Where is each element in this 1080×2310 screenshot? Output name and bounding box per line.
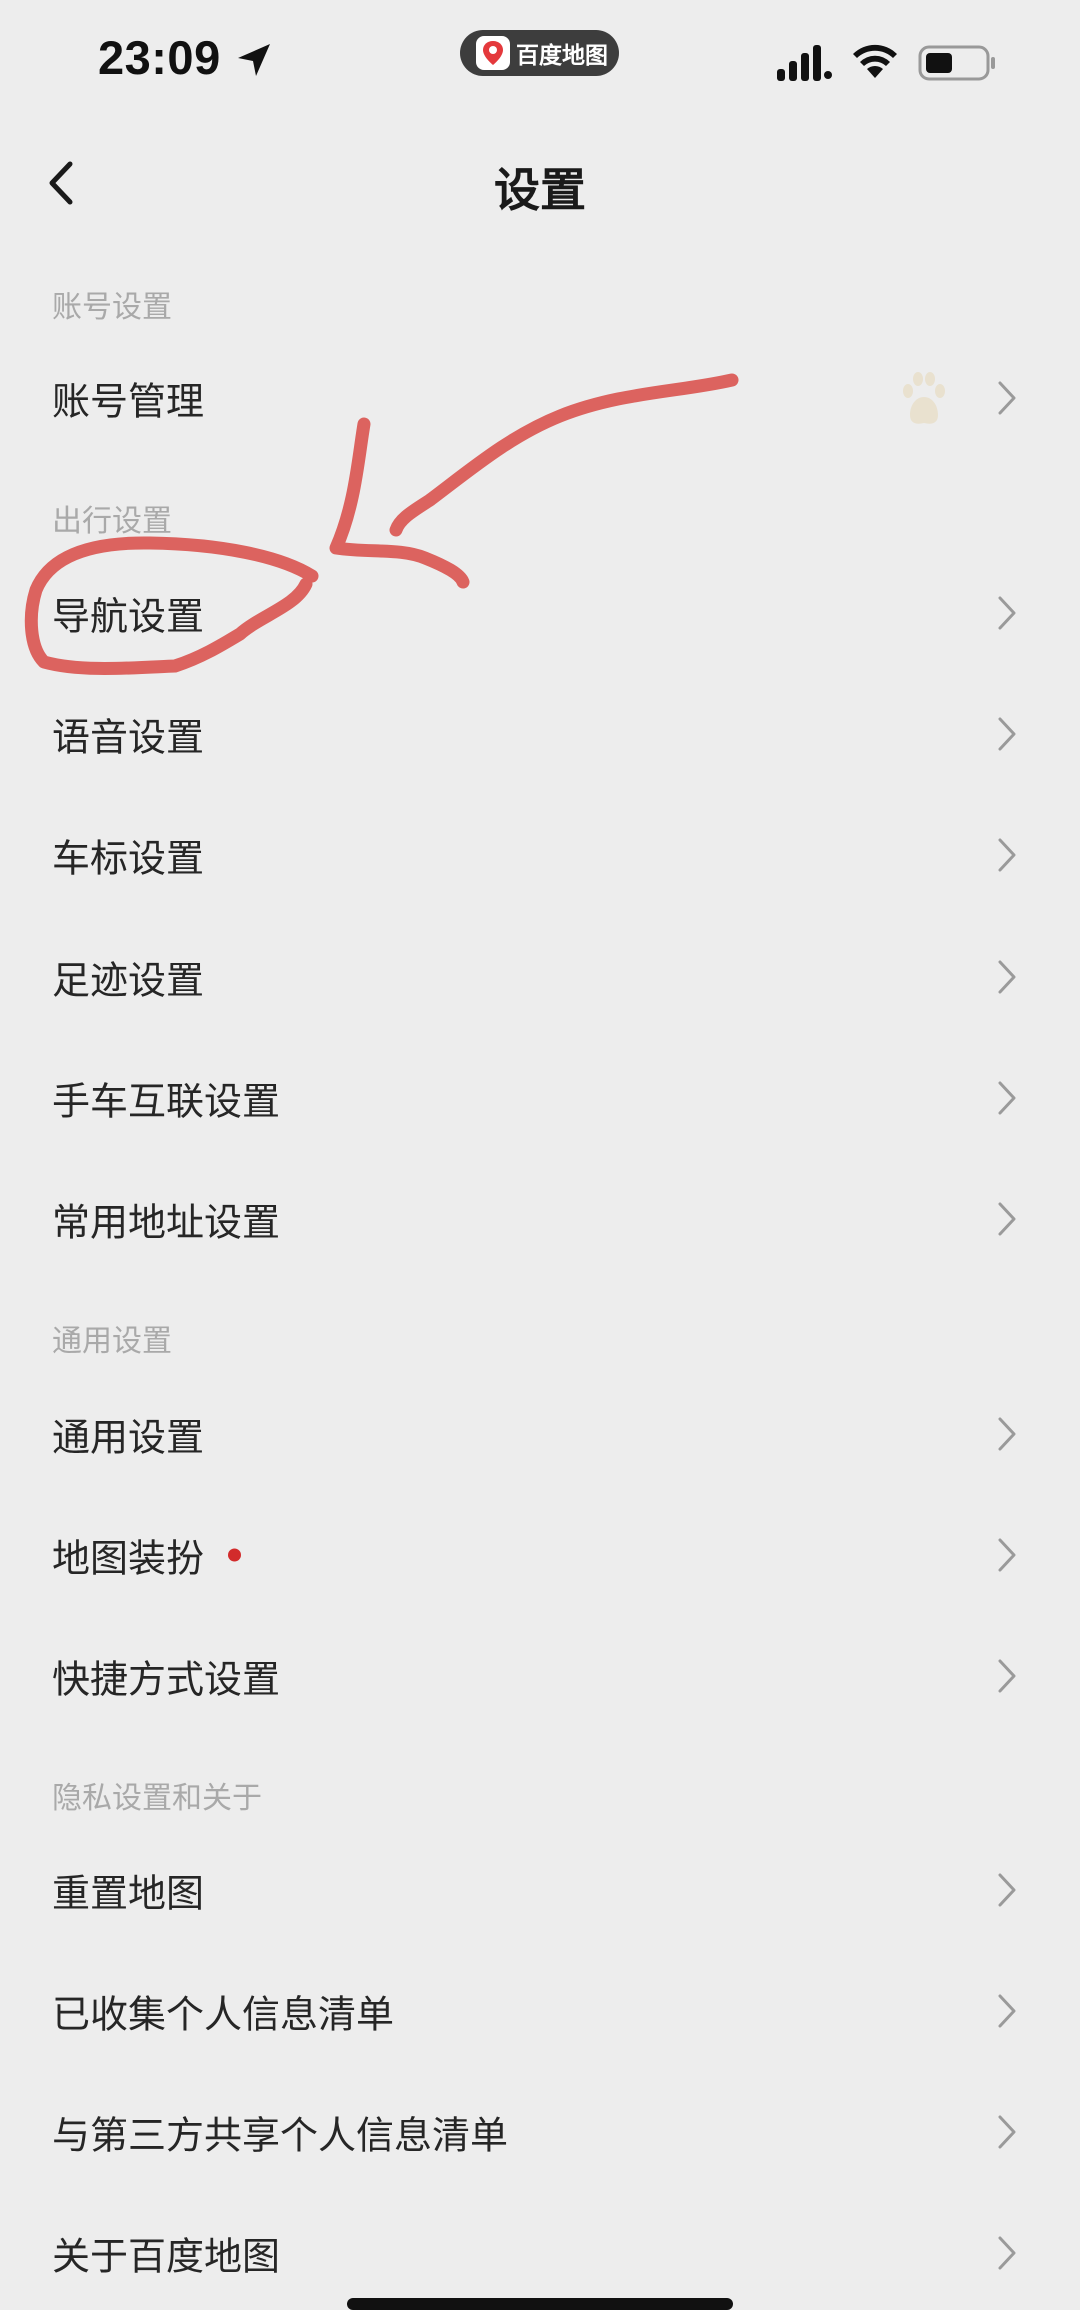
status-time: 23:09 xyxy=(98,31,221,84)
section-header-privacy: 隐私设置和关于 xyxy=(52,1781,262,1816)
settings-item-label: 语音设置 xyxy=(52,715,205,760)
settings-item-label: 快捷方式设置 xyxy=(52,1657,281,1702)
chevron-right-icon xyxy=(998,717,1016,751)
settings-item-label: 已收集个人信息清单 xyxy=(52,1992,395,2037)
new-badge-dot xyxy=(228,1548,241,1562)
settings-item-phone-car-link[interactable]: 手车互联设置 xyxy=(0,1043,1080,1153)
settings-item-label: 重置地图 xyxy=(52,1871,205,1916)
status-bar: 23:09 百度地图 xyxy=(0,0,1080,120)
settings-item-shortcuts[interactable]: 快捷方式设置 xyxy=(0,1621,1080,1731)
location-arrow-icon xyxy=(238,44,270,76)
chevron-right-icon xyxy=(998,2115,1016,2149)
settings-item-label: 与第三方共享个人信息清单 xyxy=(52,2113,509,2158)
settings-item-frequent-addresses[interactable]: 常用地址设置 xyxy=(0,1164,1080,1274)
chevron-right-icon xyxy=(998,838,1016,872)
app-return-pill[interactable]: 百度地图 xyxy=(460,30,619,76)
chevron-right-icon xyxy=(998,1417,1016,1451)
chevron-right-icon xyxy=(998,1873,1016,1907)
settings-item-label: 车标设置 xyxy=(52,836,205,881)
chevron-right-icon xyxy=(998,1081,1016,1115)
settings-item-label: 关于百度地图 xyxy=(52,2234,281,2279)
chevron-right-icon xyxy=(998,381,1016,415)
app-pill-label: 百度地图 xyxy=(516,43,608,69)
baidu-paw-icon xyxy=(903,372,945,424)
settings-item-label: 通用设置 xyxy=(52,1415,205,1460)
baidu-map-logo-icon xyxy=(476,36,510,70)
settings-item-general[interactable]: 通用设置 xyxy=(0,1379,1080,1489)
chevron-right-icon xyxy=(998,2236,1016,2270)
settings-item-map-decoration[interactable]: 地图装扮 xyxy=(0,1500,1080,1610)
settings-item-collected-info-list[interactable]: 已收集个人信息清单 xyxy=(0,1956,1080,2066)
chevron-right-icon xyxy=(998,1538,1016,1572)
chevron-right-icon xyxy=(998,960,1016,994)
chevron-right-icon xyxy=(998,1659,1016,1693)
settings-item-third-party-sharing-list[interactable]: 与第三方共享个人信息清单 xyxy=(0,2077,1080,2187)
settings-item-label: 手车互联设置 xyxy=(52,1079,281,1124)
section-header-travel: 出行设置 xyxy=(52,504,172,539)
settings-item-voice[interactable]: 语音设置 xyxy=(0,679,1080,789)
settings-item-footprint[interactable]: 足迹设置 xyxy=(0,922,1080,1032)
chevron-right-icon xyxy=(998,1994,1016,2028)
battery-icon xyxy=(918,45,995,81)
settings-item-car-icon[interactable]: 车标设置 xyxy=(0,800,1080,910)
settings-item-label: 地图装扮 xyxy=(52,1536,205,1581)
cellular-signal-icon xyxy=(777,45,832,81)
settings-item-label: 常用地址设置 xyxy=(52,1200,281,1245)
chevron-right-icon xyxy=(998,1202,1016,1236)
section-header-account: 账号设置 xyxy=(52,290,172,325)
settings-item-label: 足迹设置 xyxy=(52,958,205,1003)
page-title: 设置 xyxy=(494,163,586,217)
settings-item-label: 导航设置 xyxy=(52,594,205,639)
chevron-right-icon xyxy=(998,596,1016,630)
home-indicator[interactable] xyxy=(347,2298,733,2310)
navigation-bar: 设置 xyxy=(0,130,1080,235)
settings-item-about[interactable]: 关于百度地图 xyxy=(0,2198,1080,2308)
settings-item-label: 账号管理 xyxy=(52,379,205,424)
settings-item-reset-map[interactable]: 重置地图 xyxy=(0,1835,1080,1945)
settings-item-navigation[interactable]: 导航设置 xyxy=(0,558,1080,668)
settings-item-account-management[interactable]: 账号管理 xyxy=(0,343,1080,453)
wifi-icon xyxy=(853,44,897,78)
section-header-general: 通用设置 xyxy=(52,1324,172,1359)
